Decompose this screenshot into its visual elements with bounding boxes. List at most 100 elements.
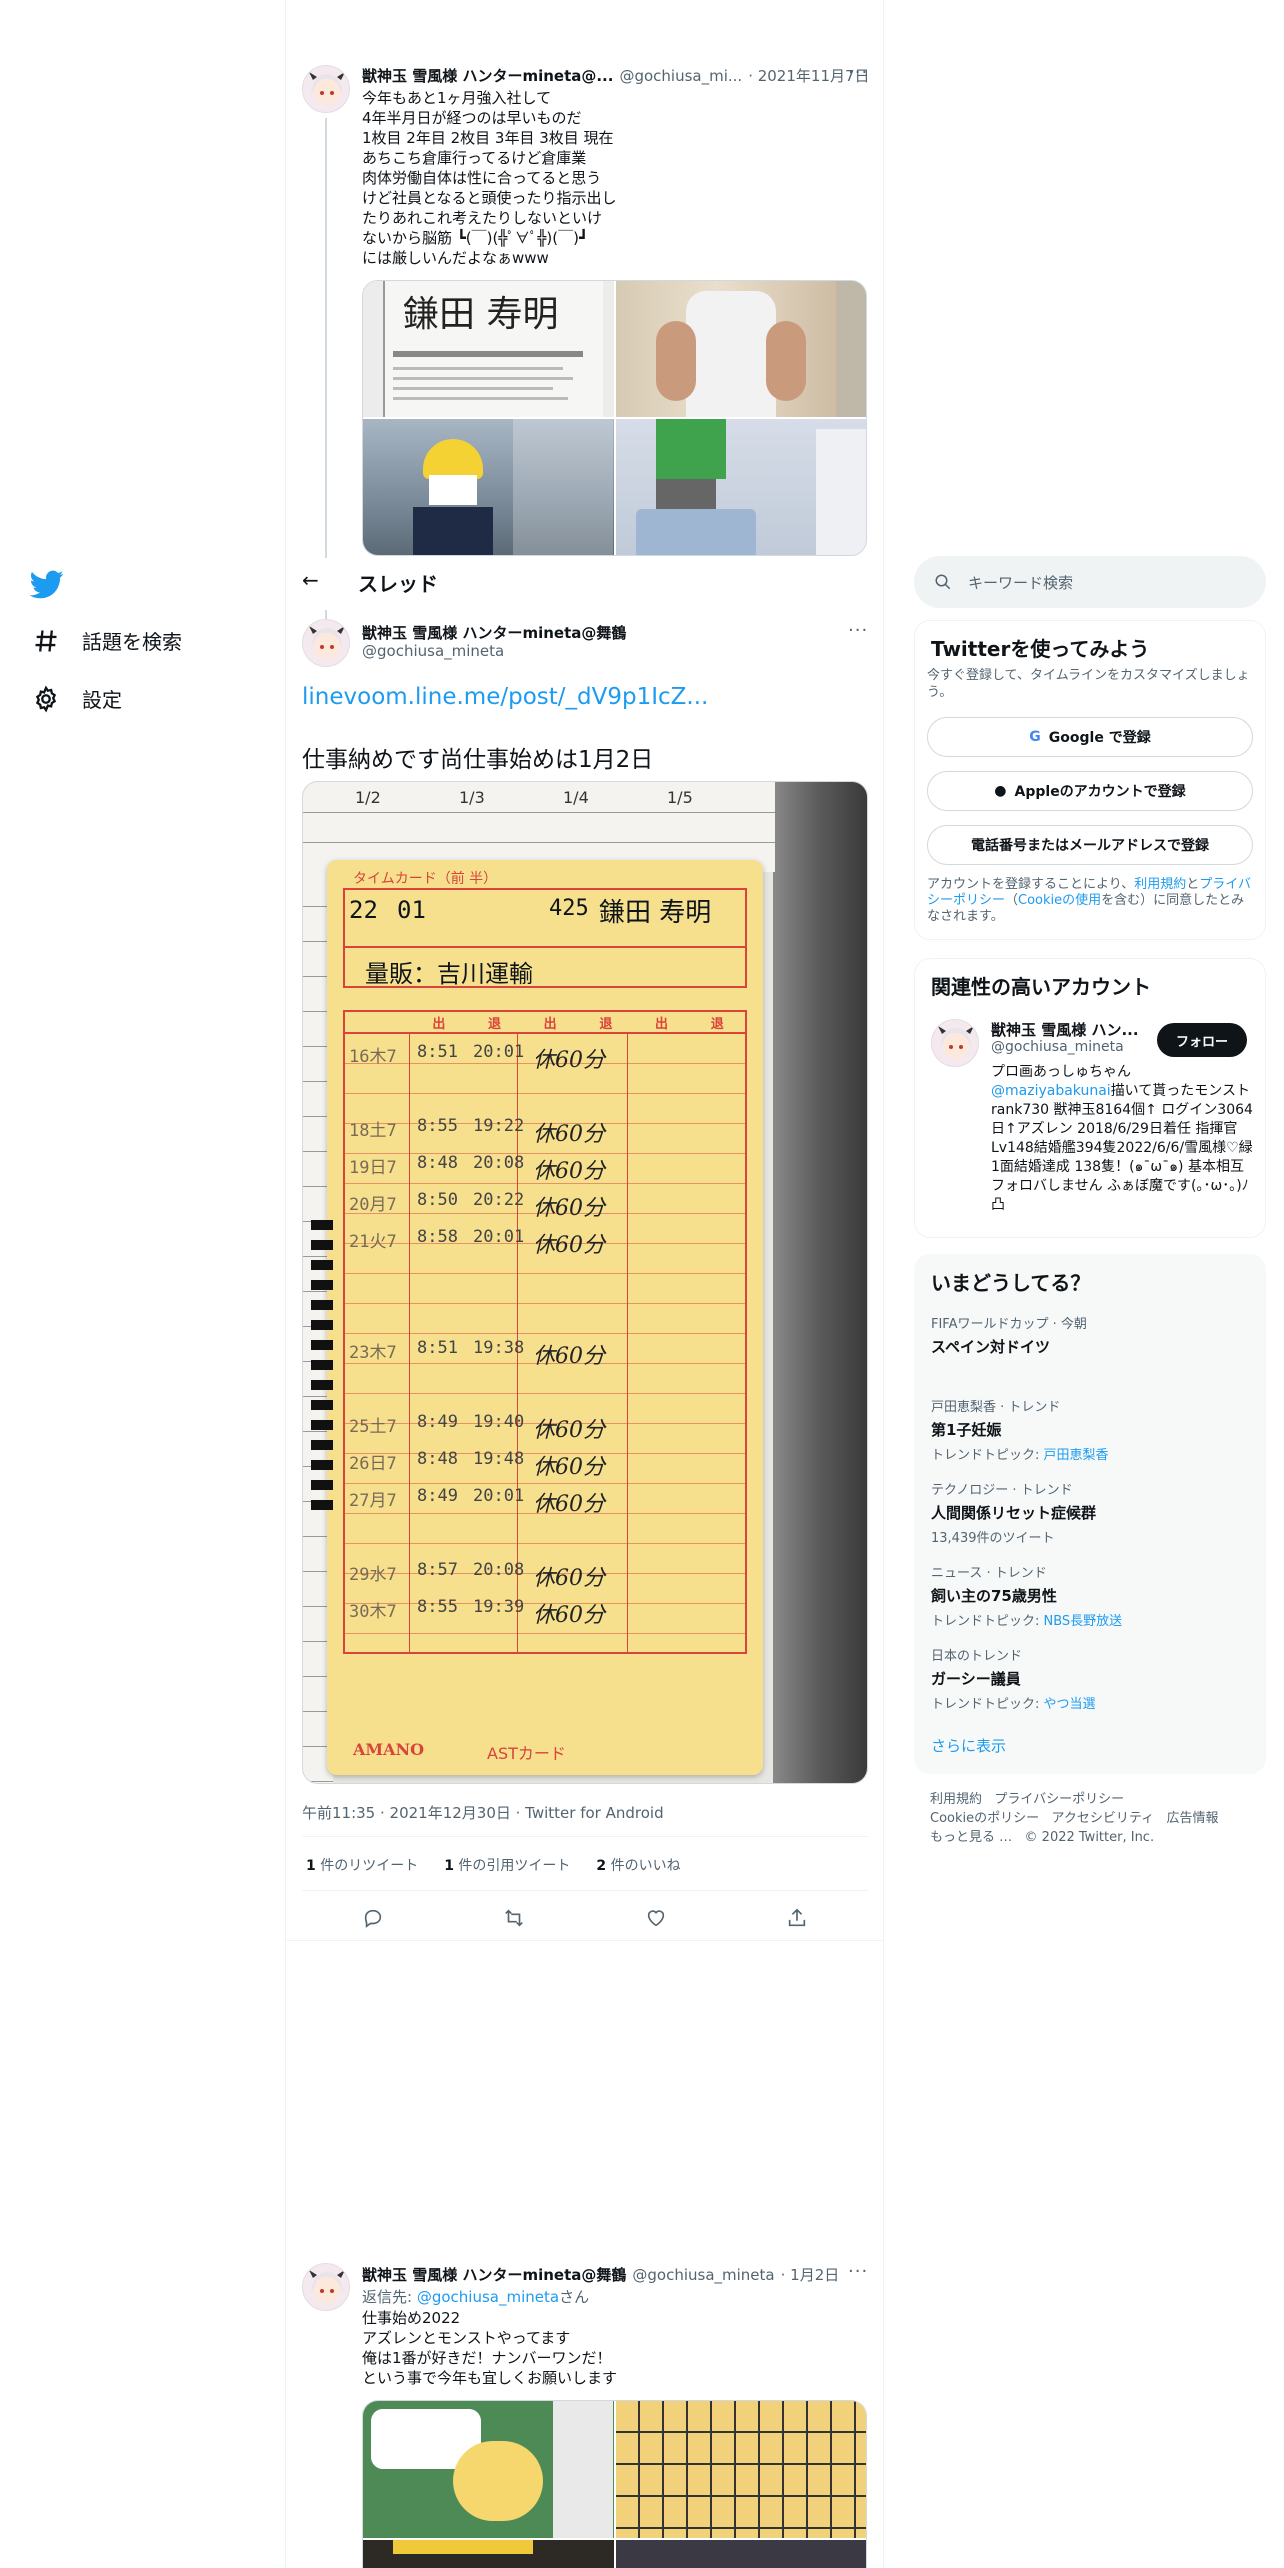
related-accounts-panel: 関連性の高いアカウント 獣神玉 雪風様 ハン... @gochiusa_mine… xyxy=(914,958,1266,1238)
card-row-out: 20:01 xyxy=(473,1042,525,1062)
nav-explore[interactable]: 話題を検索 xyxy=(32,626,182,655)
avatar[interactable] xyxy=(931,1019,979,1067)
photo-3[interactable] xyxy=(363,2540,614,2568)
retweet-icon[interactable] xyxy=(503,1907,525,1933)
author-handle[interactable]: @gochiusa_mineta xyxy=(362,642,504,660)
trend-item[interactable]: 戸田恵梨香 · トレンド 第1子妊娠 トレンドトピック: 戸田恵梨香 xyxy=(931,1396,1251,1463)
photo-2[interactable] xyxy=(615,281,866,417)
calendar-date: 1/5 xyxy=(667,788,693,807)
trend-item[interactable]: テクノロジー · トレンド 人間関係リセット症候群 13,439件のツイート xyxy=(931,1479,1251,1546)
search-input[interactable]: キーワード検索 xyxy=(914,556,1266,608)
card-row-day: 16木7 xyxy=(349,1047,397,1067)
author-name[interactable]: 獣神玉 雪風様 ハンターmineta@... xyxy=(362,65,613,86)
footer-cookie[interactable]: Cookieのポリシー xyxy=(930,1811,1039,1826)
trend-item[interactable]: ニュース · トレンド 飼い主の75歳男性 トレンドトピック: NBS長野放送 xyxy=(931,1562,1251,1629)
bio-mention-link[interactable]: @maziyabakunai xyxy=(991,1083,1111,1099)
photo-3[interactable] xyxy=(363,419,614,555)
related-name[interactable]: 獣神玉 雪風様 ハン... xyxy=(991,1019,1139,1040)
card-row-out: 19:39 xyxy=(473,1597,525,1617)
footer-privacy[interactable]: プライバシーポリシー xyxy=(994,1792,1124,1807)
related-handle[interactable]: @gochiusa_mineta xyxy=(991,1039,1124,1055)
cookie-link[interactable]: Cookieの使用 xyxy=(1018,893,1101,908)
avatar[interactable] xyxy=(302,2263,350,2311)
card-row-day: 18土7 xyxy=(349,1121,397,1141)
search-placeholder: キーワード検索 xyxy=(968,573,1074,592)
trend-meta: FIFAワールドカップ · 今朝 xyxy=(931,1317,1087,1332)
trends-more-link[interactable]: さらに表示 xyxy=(931,1735,1006,1756)
footer: 利用規約 プライバシーポリシー Cookieのポリシー アクセシビリティ 広告情… xyxy=(930,1790,1260,1847)
more-icon[interactable]: ··· xyxy=(848,62,868,83)
back-button[interactable]: ← xyxy=(302,568,319,592)
avatar[interactable] xyxy=(302,65,350,113)
signup-desc: 今すぐ登録して、タイムラインをカスタマイズしましょう。 xyxy=(927,668,1250,700)
photo-2[interactable] xyxy=(615,2401,866,2538)
tweet-media-grid[interactable]: 鎌田 寿明 xyxy=(362,280,867,556)
trend-topic-link[interactable]: 戸田恵梨香 xyxy=(1044,1448,1109,1463)
avatar[interactable] xyxy=(302,619,350,667)
trend-meta: ニュース · トレンド xyxy=(931,1566,1047,1581)
card-row: 25土7 8:49 19:40 休60分 xyxy=(343,1412,747,1443)
trend-meta: 戸田恵梨香 · トレンド xyxy=(931,1400,1061,1415)
trend-name: ガーシー議員 xyxy=(931,1670,1021,1688)
retweets-stat[interactable]: 1 件のリツイート xyxy=(306,1855,418,1875)
quotes-stat[interactable]: 1 件の引用ツイート xyxy=(444,1855,570,1875)
footer-more[interactable]: もっと見る … xyxy=(930,1830,1012,1845)
terms-link[interactable]: 利用規約 xyxy=(1134,877,1186,892)
card-row-day: 30木7 xyxy=(349,1602,397,1622)
hashtag-icon xyxy=(35,629,57,652)
tweet-media-grid[interactable] xyxy=(362,2400,867,2568)
likes-stat[interactable]: 2 件のいいね xyxy=(596,1855,680,1875)
column-divider-left xyxy=(285,0,286,2568)
tweet-link[interactable]: linevoom.line.me/post/_dV9p1IcZ... xyxy=(302,684,708,710)
author-handle[interactable]: @gochiusa_mi... xyxy=(619,67,742,85)
card-row-in: 8:58 xyxy=(417,1227,458,1247)
related-bio: プロ画あっしゅちゃん @maziyabakunai描いて貰ったモンスト rank7… xyxy=(991,1064,1253,1213)
tweet-meta[interactable]: 午前11:35 · 2021年12月30日 · Twitter for Andr… xyxy=(302,1802,664,1823)
trend-sub: トレンドトピック: 戸田恵梨香 xyxy=(931,1448,1109,1463)
apple-signup-button[interactable]: ● Appleのアカウントで登録 xyxy=(927,771,1253,811)
tweet-date[interactable]: · 1月2日 xyxy=(781,2264,840,2285)
footer-accessibility[interactable]: アクセシビリティ xyxy=(1052,1811,1155,1826)
gear-icon xyxy=(35,684,57,713)
share-icon[interactable] xyxy=(786,1907,808,1933)
tweet-photo[interactable]: 1/2 1/3 1/4 1/5 タイムカード（前 半） 22 01 425 鎌田 寿明… xyxy=(302,781,868,1784)
card-row-in: 8:50 xyxy=(417,1190,458,1210)
trends-title: いまどうしてる？ xyxy=(931,1271,1091,1295)
photo-4[interactable] xyxy=(615,419,866,555)
card-row-day: 25土7 xyxy=(349,1417,397,1437)
phone-email-signup-button[interactable]: 電話番号またはメールアドレスで登録 xyxy=(927,825,1253,865)
twitter-logo-icon[interactable] xyxy=(29,566,64,600)
signup-panel: Twitterを使ってみよう 今すぐ登録して、タイムラインをカスタマイズしましょ… xyxy=(914,620,1266,940)
reply-to-link[interactable]: @gochiusa_mineta xyxy=(417,2288,559,2306)
author-handle[interactable]: @gochiusa_mineta xyxy=(632,2266,774,2284)
trend-topic-link[interactable]: やつ当選 xyxy=(1044,1697,1096,1712)
tweet-stats: 1 件のリツイート 1 件の引用ツイート 2 件のいいね xyxy=(306,1855,681,1875)
card-row-in: 8:51 xyxy=(417,1042,458,1062)
card-row-in: 8:48 xyxy=(417,1449,458,1469)
card-row-day: 21火7 xyxy=(349,1232,397,1252)
photo-1[interactable]: 鎌田 寿明 xyxy=(363,281,614,417)
card-row: 30木7 8:55 19:39 休60分 xyxy=(343,1597,747,1628)
google-signup-button[interactable]: G Google で登録 xyxy=(927,717,1253,757)
trend-topic-link[interactable]: NBS長野放送 xyxy=(1044,1614,1123,1629)
author-name[interactable]: 獣神玉 雪風様 ハンターmineta@舞鶴 xyxy=(362,2264,626,2285)
more-icon[interactable]: ··· xyxy=(848,620,868,641)
trend-item[interactable]: 日本のトレンド ガーシー議員 トレンドトピック: やつ当選 xyxy=(931,1645,1251,1712)
card-row-note: 休60分 xyxy=(533,1048,605,1073)
photo-4[interactable] xyxy=(615,2540,866,2568)
more-icon[interactable]: ··· xyxy=(848,2261,868,2282)
follow-button[interactable]: フォロー xyxy=(1157,1023,1247,1057)
photo-1[interactable] xyxy=(363,2401,614,2538)
card-row-note: 休60分 xyxy=(533,1233,605,1258)
author-name[interactable]: 獣神玉 雪風様 ハンターmineta@舞鶴 xyxy=(362,622,626,643)
card-column-header: 出 xyxy=(432,1016,446,1032)
card-row-note: 休60分 xyxy=(533,1455,605,1480)
like-icon[interactable] xyxy=(645,1907,667,1933)
footer-terms[interactable]: 利用規約 xyxy=(930,1792,982,1807)
reply-icon[interactable] xyxy=(362,1907,384,1933)
footer-ads[interactable]: 広告情報 xyxy=(1167,1811,1219,1826)
card-number: 425 xyxy=(549,896,589,921)
card-row-day: 19日7 xyxy=(349,1158,397,1178)
trend-item[interactable]: FIFAワールドカップ · 今朝 スペイン対ドイツ xyxy=(931,1313,1251,1357)
nav-settings[interactable]: 設定 xyxy=(32,684,122,713)
